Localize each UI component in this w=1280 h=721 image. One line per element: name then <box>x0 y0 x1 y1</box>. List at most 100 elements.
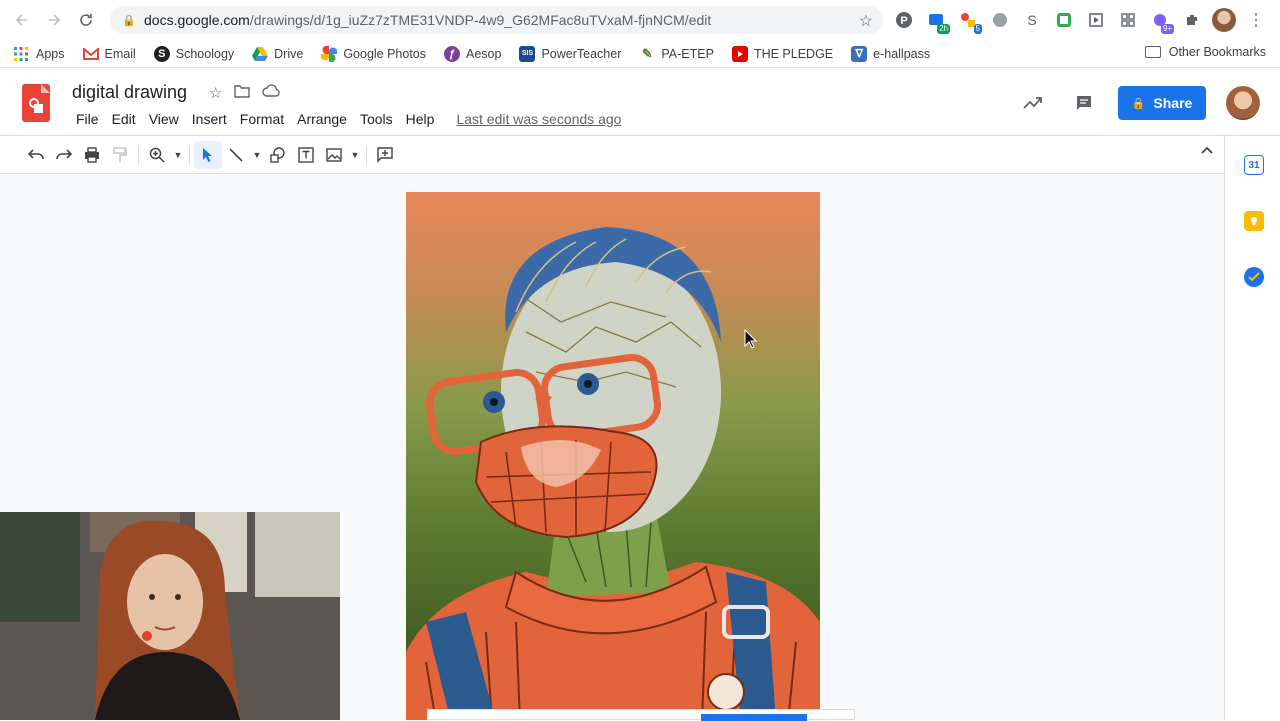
bookmark-label: Aesop <box>466 46 502 61</box>
menu-arrange[interactable]: Arrange <box>291 109 353 129</box>
webcam-overlay <box>0 512 340 720</box>
shape-tool-icon[interactable] <box>264 141 292 169</box>
svg-text:S: S <box>1027 12 1036 28</box>
drawings-header: digital drawing ☆ File Edit View Insert … <box>0 68 1280 136</box>
address-bar[interactable]: 🔒 docs.google.com/drawings/d/1g_iuZz7zTM… <box>110 6 883 34</box>
menu-tools[interactable]: Tools <box>354 109 399 129</box>
horizontal-scroll-indicator[interactable] <box>427 709 855 721</box>
back-icon[interactable] <box>6 4 38 36</box>
add-comment-icon[interactable] <box>371 141 399 169</box>
bookmark-e-hallpass[interactable]: ∇ e-hallpass <box>851 45 930 62</box>
extensions-bar: P 2h 5 S 9+ ⋮ <box>892 8 1268 34</box>
bookmark-pa-etep[interactable]: ✎ PA-ETEP <box>639 46 714 62</box>
line-dropdown-icon[interactable]: ▼ <box>250 141 264 169</box>
menu-bar: File Edit View Insert Format Arrange Too… <box>70 109 621 129</box>
keep-icon[interactable] <box>1244 211 1264 231</box>
apps-grid-icon <box>14 46 28 61</box>
bookmark-aesop[interactable]: ƒ Aesop <box>444 45 502 62</box>
toolbar-divider <box>189 145 190 165</box>
bookmark-email[interactable]: Email <box>82 45 136 62</box>
photos-pinwheel-icon <box>321 45 338 62</box>
screencastify-icon[interactable] <box>1084 8 1108 32</box>
line-tool-icon[interactable] <box>222 141 250 169</box>
youtube-icon <box>731 45 748 62</box>
comments-icon[interactable] <box>1067 86 1101 120</box>
image-dropdown-icon[interactable]: ▼ <box>348 141 362 169</box>
presenter-video-frame <box>0 512 340 720</box>
menu-help[interactable]: Help <box>400 109 441 129</box>
undo-icon[interactable] <box>22 141 50 169</box>
toolbar-divider <box>138 145 139 165</box>
extension-badge: 5 <box>973 24 982 34</box>
menu-view[interactable]: View <box>143 109 185 129</box>
move-folder-icon[interactable] <box>234 84 251 102</box>
bookmark-google-photos[interactable]: Google Photos <box>321 45 426 62</box>
last-edit-link[interactable]: Last edit was seconds ago <box>456 109 621 129</box>
print-icon[interactable] <box>78 141 106 169</box>
bookmark-the-pledge[interactable]: THE PLEDGE <box>731 45 834 62</box>
share-label: Share <box>1153 95 1193 111</box>
svg-text:P: P <box>900 15 907 27</box>
green-extension-icon[interactable] <box>1052 8 1076 32</box>
toolbar-divider <box>366 145 367 165</box>
chrome-menu-icon[interactable]: ⋮ <box>1244 8 1268 32</box>
portrait-illustration <box>406 227 820 720</box>
zoom-dropdown-icon[interactable]: ▼ <box>171 141 185 169</box>
mosaic-portrait-artwork[interactable] <box>406 192 820 720</box>
bookmark-drive[interactable]: Drive <box>252 46 303 62</box>
bookmark-powerteacher[interactable]: SIS PowerTeacher <box>519 45 622 62</box>
drawing-toolbar: ▼ ▼ ▼ <box>0 137 1224 174</box>
account-avatar[interactable] <box>1226 86 1260 120</box>
url-host: docs.google.com <box>144 12 250 28</box>
collapse-chevron-up-icon[interactable] <box>1200 142 1214 158</box>
schoology-icon: S <box>153 45 170 62</box>
tasks-icon[interactable] <box>1244 267 1264 287</box>
url-path: /drawings/d/1g_iuZz7zTME31VNDP-4w9_G62MF… <box>249 12 712 28</box>
puzzle-extensions-icon[interactable] <box>1180 8 1204 32</box>
image-icon[interactable] <box>320 141 348 169</box>
powerteacher-icon: SIS <box>519 45 536 62</box>
grid-extension-icon[interactable] <box>1116 8 1140 32</box>
title-actions: ☆ <box>209 84 281 102</box>
bookmark-label: THE PLEDGE <box>753 46 834 61</box>
extension-badge: 9+ <box>1160 24 1174 34</box>
reload-icon[interactable] <box>70 4 102 36</box>
drawings-logo-icon[interactable] <box>22 84 50 122</box>
sparkle-extension-icon[interactable]: 9+ <box>1148 8 1174 34</box>
menu-format[interactable]: Format <box>234 109 290 129</box>
s-extension-icon[interactable]: S <box>1020 8 1044 32</box>
bookmark-label: Apps <box>36 46 65 61</box>
bookmark-apps[interactable]: Apps <box>14 46 65 61</box>
text-box-icon[interactable] <box>292 141 320 169</box>
forward-icon[interactable] <box>38 4 70 36</box>
hallpass-icon: ∇ <box>851 45 868 62</box>
browser-toolbar: 🔒 docs.google.com/drawings/d/1g_iuZz7zTM… <box>0 0 1280 40</box>
globe-extension-icon[interactable] <box>988 8 1012 32</box>
document-title[interactable]: digital drawing <box>72 82 187 103</box>
star-icon[interactable]: ☆ <box>209 84 222 102</box>
select-pointer-icon[interactable] <box>194 141 222 169</box>
pinterest-icon[interactable]: P <box>892 8 916 32</box>
bookmark-label: Email <box>104 46 136 61</box>
redo-icon[interactable] <box>50 141 78 169</box>
meet-extension-icon[interactable]: 2h <box>924 8 950 34</box>
activity-trend-icon[interactable] <box>1016 86 1050 120</box>
bookmark-schoology[interactable]: S Schoology <box>153 45 235 62</box>
gmail-icon <box>82 45 99 62</box>
chrome-profile-avatar[interactable] <box>1212 8 1236 32</box>
menu-insert[interactable]: Insert <box>186 109 233 129</box>
bookmark-label: Schoology <box>175 46 235 61</box>
share-button[interactable]: 🔒 Share <box>1118 86 1206 120</box>
cloud-status-icon[interactable] <box>262 84 281 102</box>
shapes-extension-icon[interactable]: 5 <box>956 8 982 34</box>
other-bookmarks[interactable]: Other Bookmarks <box>1144 45 1266 59</box>
menu-edit[interactable]: Edit <box>106 109 142 129</box>
folder-icon <box>1144 46 1161 58</box>
bookmark-label: PowerTeacher <box>541 46 622 61</box>
bookmark-star-icon[interactable]: ☆ <box>859 11 873 31</box>
zoom-icon[interactable] <box>143 141 171 169</box>
calendar-icon[interactable]: 31 <box>1244 155 1264 175</box>
paint-format-icon[interactable] <box>106 141 134 169</box>
menu-file[interactable]: File <box>70 109 105 129</box>
extension-badge: 2h <box>937 24 950 34</box>
